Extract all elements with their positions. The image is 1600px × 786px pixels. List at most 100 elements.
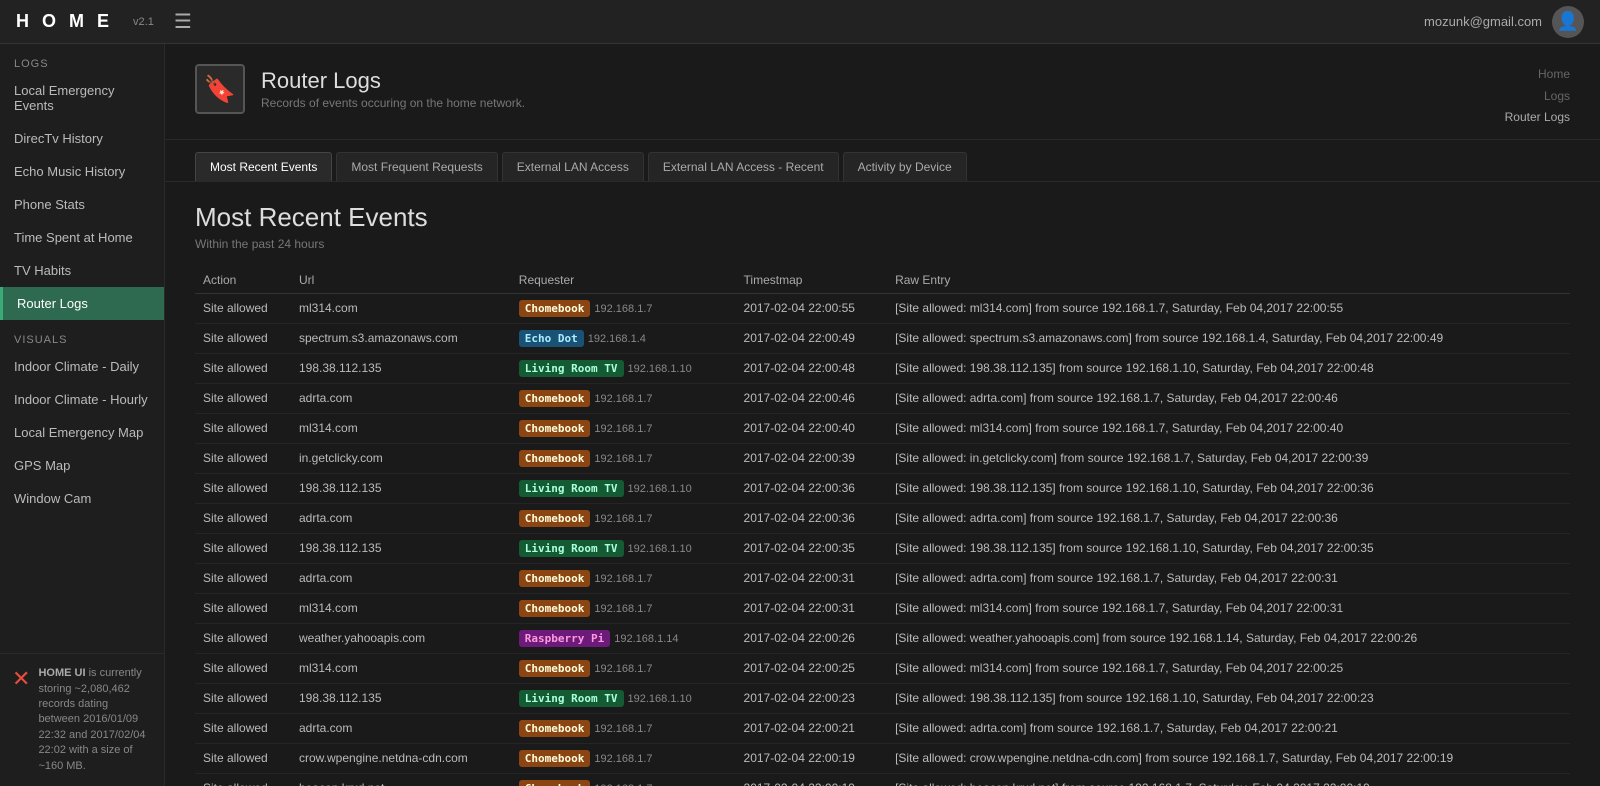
cell-url: spectrum.s3.amazonaws.com [291,323,511,353]
cell-action: Site allowed [195,683,291,713]
sidebar-item-time-spent-at-home[interactable]: Time Spent at Home [0,221,164,254]
cell-timestamp: 2017-02-04 22:00:39 [736,443,888,473]
cell-requester: Chomebook192.168.1.7 [511,383,736,413]
requester-ip: 192.168.1.7 [594,603,652,615]
requester-badge: Living Room TV [519,360,624,377]
sidebar-item-indoor-climate---daily[interactable]: Indoor Climate - Daily [0,350,164,383]
table-row: Site allowedadrta.com Chomebook192.168.1.… [195,503,1570,533]
cell-raw: [Site allowed: 198.38.112.135] from sour… [887,683,1570,713]
cell-raw: [Site allowed: ml314.com] from source 19… [887,653,1570,683]
cell-action: Site allowed [195,653,291,683]
requester-ip: 192.168.1.7 [594,513,652,525]
cell-timestamp: 2017-02-04 22:00:49 [736,323,888,353]
cell-raw: [Site allowed: spectrum.s3.amazonaws.com… [887,323,1570,353]
sidebar-item-router-logs[interactable]: Router Logs [0,287,164,320]
cell-raw: [Site allowed: adrta.com] from source 19… [887,383,1570,413]
requester-badge: Chomebook [519,570,591,587]
cell-action: Site allowed [195,773,291,786]
breadcrumb-current: Router Logs [1505,107,1570,129]
cell-requester: Echo Dot192.168.1.4 [511,323,736,353]
cell-action: Site allowed [195,443,291,473]
cell-url: adrta.com [291,503,511,533]
tab-external-lan-access[interactable]: External LAN Access [502,152,644,181]
table-row: Site allowedspectrum.s3.amazonaws.comEch… [195,323,1570,353]
cell-raw: [Site allowed: crow.wpengine.netdna-cdn.… [887,743,1570,773]
cell-requester: Chomebook192.168.1.7 [511,653,736,683]
hamburger-icon[interactable]: ☰ [174,9,192,34]
avatar: 👤 [1552,6,1584,38]
topbar: H O M E v2.1 ☰ mozunk@gmail.com 👤 [0,0,1600,44]
sidebar-logs-items: Local Emergency EventsDirecTv HistoryEch… [0,74,164,320]
cell-requester: Raspberry Pi192.168.1.14 [511,623,736,653]
cell-requester: Living Room TV192.168.1.10 [511,683,736,713]
tabs-bar: Most Recent EventsMost Frequent Requests… [165,140,1600,182]
cell-url: 198.38.112.135 [291,683,511,713]
cell-action: Site allowed [195,383,291,413]
tab-most-recent-events[interactable]: Most Recent Events [195,152,332,181]
cell-raw: [Site allowed: in.getclicky.com] from so… [887,443,1570,473]
page-title-block: Router Logs Records of events occuring o… [261,68,525,110]
cell-action: Site allowed [195,323,291,353]
visuals-section-label: Visuals [0,320,164,350]
requester-badge: Chomebook [519,300,591,317]
cell-timestamp: 2017-02-04 22:00:21 [736,713,888,743]
cell-url: ml314.com [291,413,511,443]
sidebar-item-local-emergency-map[interactable]: Local Emergency Map [0,416,164,449]
sidebar-item-tv-habits[interactable]: TV Habits [0,254,164,287]
data-table: ActionUrlRequesterTimestmapRaw Entry Sit… [195,267,1570,786]
requester-badge: Echo Dot [519,330,584,347]
sidebar-item-echo-music-history[interactable]: Echo Music History [0,155,164,188]
requester-ip: 192.168.1.10 [628,693,692,705]
col-requester: Requester [511,267,736,294]
cell-timestamp: 2017-02-04 22:00:48 [736,353,888,383]
cell-action: Site allowed [195,503,291,533]
cell-raw: [Site allowed: ml314.com] from source 19… [887,593,1570,623]
table-head: ActionUrlRequesterTimestmapRaw Entry [195,267,1570,294]
requester-ip: 192.168.1.10 [628,543,692,555]
cell-timestamp: 2017-02-04 22:00:35 [736,533,888,563]
table-row: Site allowed198.38.112.135Living Room TV… [195,683,1570,713]
cell-raw: [Site allowed: 198.38.112.135] from sour… [887,473,1570,503]
table-row: Site allowedml314.comChomebook192.168.1.… [195,413,1570,443]
cell-timestamp: 2017-02-04 22:00:46 [736,383,888,413]
table-row: Site allowedadrta.comChomebook192.168.1.… [195,713,1570,743]
app-version: v2.1 [133,16,154,28]
cell-requester: Chomebook192.168.1.7 [511,593,736,623]
cell-action: Site allowed [195,743,291,773]
cell-raw: [Site allowed: adrta.com] from source 19… [887,563,1570,593]
table-header-row: ActionUrlRequesterTimestmapRaw Entry [195,267,1570,294]
tab-most-frequent-requests[interactable]: Most Frequent Requests [336,152,497,181]
requester-badge: Chomebook [519,780,591,786]
tab-activity-by-device[interactable]: Activity by Device [843,152,967,181]
cell-raw: [Site allowed: 198.38.112.135] from sour… [887,353,1570,383]
cell-requester: Chomebook192.168.1.7 [511,563,736,593]
cell-raw: [Site allowed: beacon.krxd.net] from sou… [887,773,1570,786]
cell-raw: [Site allowed: adrta.com] from source 19… [887,713,1570,743]
content-area: Most Recent Events Within the past 24 ho… [165,182,1600,786]
sidebar-item-phone-stats[interactable]: Phone Stats [0,188,164,221]
sidebar-item-gps-map[interactable]: GPS Map [0,449,164,482]
cell-timestamp: 2017-02-04 22:00:36 [736,473,888,503]
cell-timestamp: 2017-02-04 22:00:31 [736,593,888,623]
sidebar-item-window-cam[interactable]: Window Cam [0,482,164,515]
cell-url: ml314.com [291,293,511,323]
user-email: mozunk@gmail.com [1424,14,1542,29]
cell-url: 198.38.112.135 [291,473,511,503]
sidebar-item-indoor-climate---hourly[interactable]: Indoor Climate - Hourly [0,383,164,416]
table-body: Site allowedml314.comChomebook192.168.1.… [195,293,1570,786]
tab-external-lan-access---recent[interactable]: External LAN Access - Recent [648,152,839,181]
sidebar-item-local-emergency-events[interactable]: Local Emergency Events [0,74,164,122]
requester-badge: Chomebook [519,390,591,407]
table-row: Site allowed198.38.112.135Living Room TV… [195,353,1570,383]
topbar-left: H O M E v2.1 ☰ [16,9,192,34]
cell-timestamp: 2017-02-04 22:00:19 [736,773,888,786]
cell-url: adrta.com [291,383,511,413]
requester-badge: Chomebook [519,510,591,527]
page-title: Router Logs [261,68,525,94]
cell-requester: Chomebook192.168.1.7 [511,293,736,323]
requester-ip: 192.168.1.7 [594,303,652,315]
requester-badge: Living Room TV [519,480,624,497]
sidebar-item-directv-history[interactable]: DirecTv History [0,122,164,155]
requester-ip: 192.168.1.10 [628,483,692,495]
cell-timestamp: 2017-02-04 22:00:55 [736,293,888,323]
